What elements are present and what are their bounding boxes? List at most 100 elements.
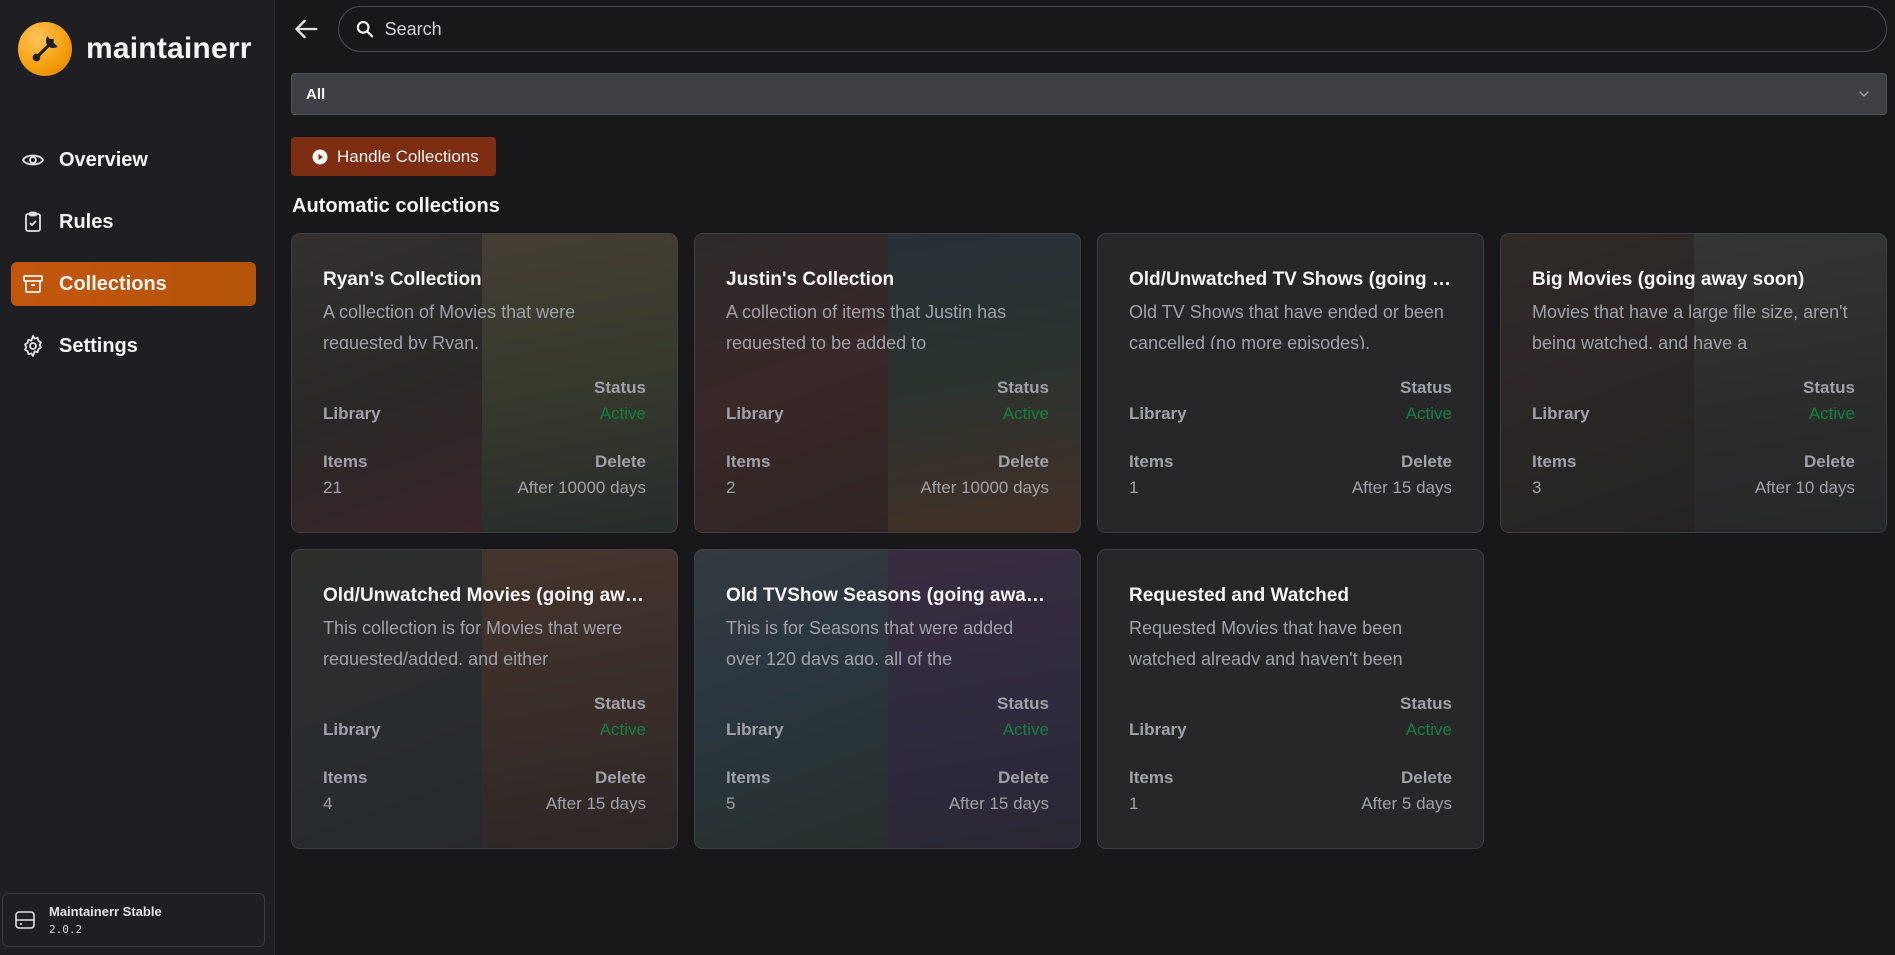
section-title: Automatic collections	[292, 195, 500, 217]
delete-value: After 10000 days	[920, 478, 1049, 497]
collection-title: Requested and Watched	[1129, 585, 1349, 606]
delete-value: After 15 days	[948, 794, 1049, 813]
chevron-down-icon	[1859, 91, 1869, 97]
sidebar-nav: Overview Rules Collections Settings	[11, 138, 256, 386]
status-label: Status	[1400, 694, 1452, 713]
delete-label: Delete	[997, 768, 1049, 787]
status-value: Active	[1002, 720, 1049, 739]
collection-description: Requested Movies that have been watched …	[1129, 618, 1403, 665]
status-value: Active	[599, 404, 646, 423]
collection-description: Movies that have a large file size, aren…	[1532, 302, 1848, 349]
collection-description: This is for Seasons that were added over…	[726, 618, 1014, 665]
archive-box-icon	[23, 275, 43, 293]
delete-label: Delete	[1400, 452, 1452, 471]
collection-title: Ryan's Collection	[323, 269, 482, 290]
search-input[interactable]	[384, 18, 1886, 40]
status-value: Active	[1002, 404, 1049, 423]
topbar	[290, 6, 1887, 52]
delete-value: After 10 days	[1754, 478, 1855, 497]
delete-value: After 5 days	[1361, 794, 1452, 813]
collection-card[interactable]: Old TVShow Seasons (going away soon) Thi…	[694, 549, 1081, 849]
collection-title: Big Movies (going away soon)	[1532, 269, 1805, 290]
filter-selected-value: All	[306, 85, 326, 103]
gear-icon	[24, 335, 42, 357]
status-label: Status	[997, 378, 1049, 397]
delete-label: Delete	[997, 452, 1049, 471]
sidebar-item-label: Collections	[59, 272, 167, 295]
sidebar-item-collections[interactable]: Collections	[11, 262, 256, 306]
collection-description: A collection of Movies that were request…	[323, 302, 576, 349]
status-label: Status	[594, 378, 646, 397]
sidebar-item-label: Overview	[59, 148, 148, 171]
items-value: 5	[726, 794, 736, 813]
status-value: Active	[599, 720, 646, 739]
delete-value: After 10000 days	[517, 478, 646, 497]
sidebar-item-label: Rules	[59, 210, 114, 233]
items-label: Items	[1129, 768, 1174, 787]
play-circle-icon	[312, 149, 328, 164]
library-label: Library	[726, 720, 784, 739]
library-filter-select[interactable]: All	[291, 73, 1887, 115]
arrow-left-icon	[295, 19, 318, 39]
collection-description: A collection of items that Justin has re…	[726, 302, 1007, 349]
status-value: Active	[1405, 404, 1452, 423]
sidebar-item-settings[interactable]: Settings	[11, 324, 256, 368]
items-label: Items	[323, 768, 368, 787]
delete-label: Delete	[1803, 452, 1855, 471]
collection-title: Old/Unwatched Movies (going away soon)	[323, 585, 646, 606]
collection-description: Old TV Shows that have ended or been can…	[1129, 302, 1444, 349]
brand[interactable]: maintainerr	[18, 22, 252, 76]
handle-collections-label: Handle Collections	[337, 146, 479, 166]
sidebar-item-overview[interactable]: Overview	[11, 138, 256, 182]
collection-card[interactable]: Big Movies (going away soon) Movies that…	[1500, 233, 1887, 533]
search-icon	[356, 20, 374, 38]
collection-title: Justin's Collection	[726, 269, 895, 290]
items-value: 21	[323, 478, 342, 497]
library-label: Library	[323, 720, 381, 739]
items-value: 2	[726, 478, 736, 497]
items-label: Items	[726, 452, 771, 471]
delete-value: After 15 days	[1351, 478, 1452, 497]
sidebar-item-label: Settings	[59, 334, 138, 357]
items-label: Items	[323, 452, 368, 471]
collection-card[interactable]: Old/Unwatched TV Shows (going away soon)…	[1097, 233, 1484, 533]
items-value: 3	[1532, 478, 1542, 497]
collection-card[interactable]: Justin's Collection A collection of item…	[694, 233, 1081, 533]
eye-icon	[21, 154, 45, 166]
delete-label: Delete	[594, 768, 646, 787]
library-label: Library	[726, 404, 784, 423]
delete-label: Delete	[594, 452, 646, 471]
handle-collections-button[interactable]: Handle Collections	[291, 137, 496, 176]
delete-label: Delete	[1400, 768, 1452, 787]
collection-card[interactable]: Requested and Watched Requested Movies t…	[1097, 549, 1484, 849]
items-label: Items	[1129, 452, 1174, 471]
items-value: 1	[1129, 794, 1139, 813]
library-label: Library	[323, 404, 381, 423]
collection-description: This collection is for Movies that were …	[323, 618, 623, 665]
version-title: Maintainerr Stable	[49, 904, 162, 919]
wrench-logo-icon	[18, 22, 72, 76]
back-button[interactable]	[290, 12, 324, 46]
collection-title: Old/Unwatched TV Shows (going away soon)	[1129, 269, 1452, 290]
server-icon	[15, 911, 35, 929]
items-value: 1	[1129, 478, 1139, 497]
items-value: 4	[323, 794, 333, 813]
items-label: Items	[726, 768, 771, 787]
items-label: Items	[1532, 452, 1577, 471]
status-label: Status	[1400, 378, 1452, 397]
status-value: Active	[1405, 720, 1452, 739]
delete-value: After 15 days	[545, 794, 646, 813]
version-info[interactable]: Maintainerr Stable 2.0.2	[2, 893, 265, 947]
library-label: Library	[1129, 404, 1187, 423]
status-value: Active	[1808, 404, 1855, 423]
status-label: Status	[997, 694, 1049, 713]
library-label: Library	[1532, 404, 1590, 423]
brand-name: maintainerr	[86, 32, 252, 65]
search-bar[interactable]	[338, 6, 1887, 52]
collection-card[interactable]: Old/Unwatched Movies (going away soon) T…	[291, 549, 678, 849]
version-number: 2.0.2	[49, 923, 83, 936]
collection-card[interactable]: Ryan's Collection A collection of Movies…	[291, 233, 678, 533]
collection-title: Old TVShow Seasons (going away soon)	[726, 585, 1049, 606]
sidebar-item-rules[interactable]: Rules	[11, 200, 256, 244]
clipboard-check-icon	[25, 211, 41, 232]
